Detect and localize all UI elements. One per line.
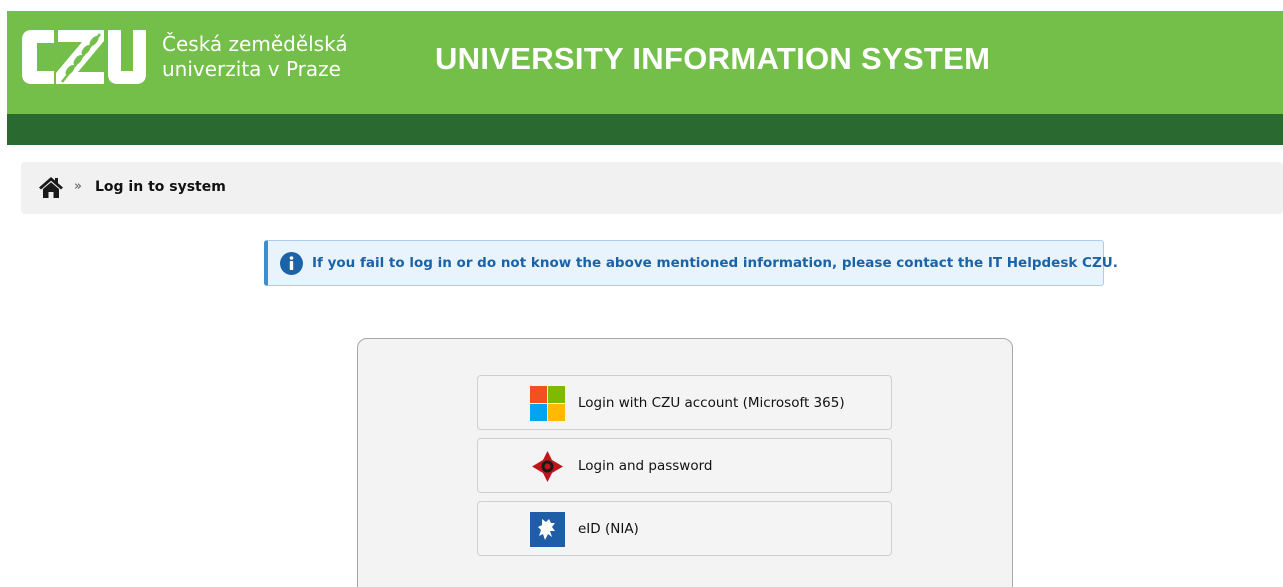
czu-logo[interactable] [20,26,147,88]
login-microsoft-label: Login with CZU account (Microsoft 365) [578,395,845,411]
system-title: UNIVERSITY INFORMATION SYSTEM [435,41,991,76]
header-subbar [7,114,1283,145]
page: Česká zemědělská univerzita v Praze UNIV… [0,0,1283,587]
breadcrumb: » Log in to system [21,162,1283,214]
login-password-button[interactable]: Login and password [477,438,892,493]
info-icon [280,252,303,275]
login-password-label: Login and password [578,458,713,474]
home-icon[interactable] [38,175,64,199]
password-login-icon [532,451,563,482]
login-eid-button[interactable]: eID (NIA) [477,501,892,556]
login-eid-label: eID (NIA) [578,521,639,537]
eid-lion-icon [530,512,565,547]
breadcrumb-current: Log in to system [95,179,226,195]
alert-text: If you fail to log in or do not know the… [312,255,1118,271]
university-name-line2: univerzita v Praze [162,57,341,81]
microsoft-icon [530,386,565,421]
login-panel: Login with CZU account (Microsoft 365) L… [357,338,1013,587]
header: Česká zemědělská univerzita v Praze UNIV… [7,11,1283,114]
breadcrumb-separator: » [74,179,82,194]
university-name-line1: Česká zemědělská [162,32,348,56]
info-alert: If you fail to log in or do not know the… [264,240,1118,286]
login-microsoft-button[interactable]: Login with CZU account (Microsoft 365) [477,375,892,430]
university-name: Česká zemědělská univerzita v Praze [162,32,348,82]
